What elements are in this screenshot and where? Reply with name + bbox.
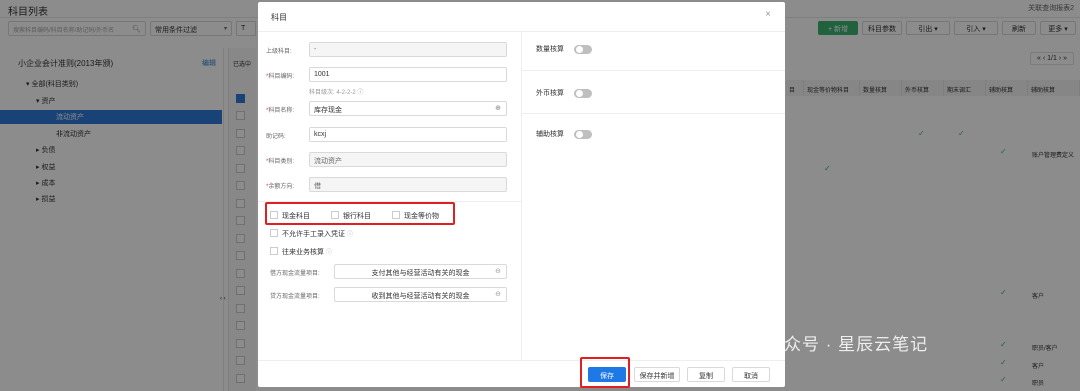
divider [521, 32, 522, 360]
wechat-icon [736, 335, 760, 351]
highlight-box [265, 202, 455, 225]
account-category-label-text: 科目类别: [268, 159, 295, 165]
intercourse-label: 往来业务核算 [282, 249, 324, 256]
cancel-button[interactable]: 取消 [732, 367, 770, 382]
foreign-currency-toggle[interactable] [574, 89, 592, 98]
mnemonic-field[interactable]: kcxj [309, 127, 507, 142]
account-code-label: *科目编码: [266, 74, 295, 80]
account-dialog: 科目 × 上级科目: - *科目编码: 1001 科目级次: 4-2-2-2 ⓘ… [258, 2, 785, 387]
help-icon[interactable]: ⓘ [326, 250, 332, 256]
highlight-box [580, 357, 630, 388]
checkbox-box[interactable] [270, 247, 278, 255]
auxiliary-accounting-toggle[interactable] [574, 130, 592, 139]
debit-cashflow-value: 支付其他与经营活动有关的现金 [371, 270, 470, 277]
parent-account-label: 上级科目: [266, 49, 292, 55]
foreign-currency-label: 外币核算 [536, 90, 564, 97]
watermark: 公众号 · 星辰云笔记 [766, 335, 929, 354]
quantity-accounting-toggle[interactable] [574, 45, 592, 54]
account-code-field[interactable]: 1001 [309, 67, 507, 82]
credit-cashflow-field[interactable]: 收到其他与经营活动有关的现金 ⊖ [334, 287, 507, 302]
account-category-label: *科目类别: [266, 159, 295, 165]
balance-direction-label: *余额方向: [266, 184, 295, 190]
divider [522, 70, 785, 71]
debit-cashflow-field[interactable]: 支付其他与经营活动有关的现金 ⊖ [334, 264, 507, 279]
account-name-field[interactable]: 库存现金 ⊕ [309, 101, 507, 116]
debit-cashflow-label: 借方现金流量项目: [270, 271, 320, 277]
dialog-title: 科目 [271, 13, 287, 22]
account-name-label: *科目名称: [266, 108, 295, 114]
save-and-new-button[interactable]: 保存并新增 [634, 367, 680, 382]
mnemonic-label: 助记码: [266, 134, 286, 140]
account-level-hint-text: 科目级次: 4-2-2-2 [309, 90, 356, 96]
credit-cashflow-label: 贷方现金流量项目: [270, 294, 320, 300]
no-manual-entry-label: 不允许手工录入凭证 [282, 231, 345, 238]
copy-button[interactable]: 复制 [687, 367, 725, 382]
balance-direction-label-text: 余额方向: [268, 184, 295, 190]
parent-account-field[interactable]: - [309, 42, 507, 57]
credit-cashflow-value: 收到其他与经营活动有关的现金 [371, 293, 470, 300]
select-icon[interactable]: ⊖ [495, 267, 501, 275]
help-icon[interactable]: ⓘ [347, 232, 353, 238]
translate-icon[interactable]: ⊕ [495, 104, 501, 112]
account-code-label-text: 科目编码: [268, 74, 295, 80]
divider [258, 360, 785, 361]
intercourse-checkbox[interactable]: 往来业务核算 ⓘ [270, 247, 332, 257]
no-manual-entry-checkbox[interactable]: 不允许手工录入凭证 ⓘ [270, 229, 353, 239]
divider [522, 113, 785, 114]
select-icon[interactable]: ⊖ [495, 290, 501, 298]
close-icon[interactable]: × [765, 9, 771, 20]
account-name-value: 库存现金 [314, 107, 342, 114]
auxiliary-accounting-label: 辅助核算 [536, 131, 564, 138]
account-category-field[interactable]: 流动资产 [309, 152, 507, 167]
checkbox-box[interactable] [270, 229, 278, 237]
account-level-hint: 科目级次: 4-2-2-2 ⓘ [309, 90, 364, 96]
account-name-label-text: 科目名称: [268, 108, 295, 114]
balance-direction-field[interactable]: 借 [309, 177, 507, 192]
quantity-accounting-label: 数量核算 [536, 46, 564, 53]
